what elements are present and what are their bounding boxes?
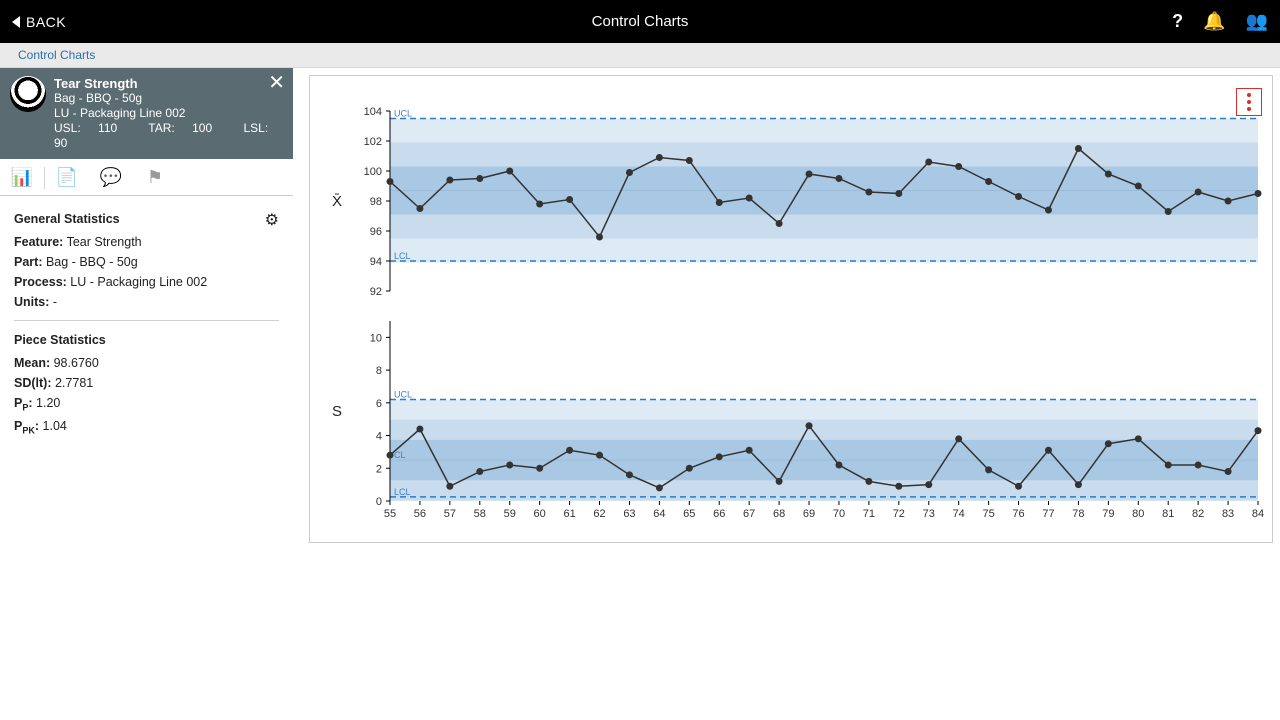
svg-text:77: 77 xyxy=(1042,508,1054,520)
svg-text:102: 102 xyxy=(364,136,382,148)
bell-icon[interactable]: 🔔 xyxy=(1203,11,1225,32)
svg-text:68: 68 xyxy=(773,508,785,520)
stat-sd: SD(lt): 2.7781 xyxy=(14,373,279,393)
svg-text:2: 2 xyxy=(376,463,382,475)
users-icon[interactable]: 👥 xyxy=(1246,11,1268,32)
gear-icon[interactable]: ⚙ xyxy=(265,210,279,230)
svg-text:S: S xyxy=(332,403,342,420)
svg-text:70: 70 xyxy=(833,508,845,520)
svg-text:66: 66 xyxy=(713,508,725,520)
stat-feature: Feature: Tear Strength xyxy=(14,232,279,252)
svg-text:81: 81 xyxy=(1162,508,1174,520)
svg-text:71: 71 xyxy=(863,508,875,520)
svg-text:61: 61 xyxy=(563,508,575,520)
svg-text:6: 6 xyxy=(376,398,382,410)
svg-text:59: 59 xyxy=(504,508,516,520)
stat-part: Part: Bag - BBQ - 50g xyxy=(14,252,279,272)
svg-text:84: 84 xyxy=(1252,508,1264,520)
svg-text:82: 82 xyxy=(1192,508,1204,520)
stat-process: Process: LU - Packaging Line 002 xyxy=(14,272,279,292)
svg-text:74: 74 xyxy=(953,508,965,520)
help-icon[interactable]: ? xyxy=(1172,11,1183,32)
svg-text:98: 98 xyxy=(370,196,382,208)
svg-text:79: 79 xyxy=(1102,508,1114,520)
tab-flag-icon[interactable]: ⚑ xyxy=(133,159,177,195)
piece-stats-header: Piece Statistics xyxy=(14,329,279,353)
tab-comment-icon[interactable]: 💬 xyxy=(89,159,133,195)
svg-text:8: 8 xyxy=(376,365,382,377)
breadcrumb[interactable]: Control Charts xyxy=(0,43,1280,68)
svg-text:65: 65 xyxy=(683,508,695,520)
svg-text:UCL: UCL xyxy=(394,109,412,119)
chart-card: UCLLCL92949698100102104X̄UCLLCLCL0246810… xyxy=(309,75,1273,543)
svg-text:62: 62 xyxy=(593,508,605,520)
svg-text:100: 100 xyxy=(364,166,382,178)
tab-stats-icon[interactable]: 📊 xyxy=(0,156,44,195)
svg-text:57: 57 xyxy=(444,508,456,520)
general-stats-header: General Statistics xyxy=(14,208,120,232)
spec-limits: USL: 110 TAR: 100 LSL: 90 xyxy=(54,121,283,151)
svg-text:0: 0 xyxy=(376,496,382,508)
svg-text:104: 104 xyxy=(364,106,382,118)
stat-pp: PP: 1.20 xyxy=(14,393,279,416)
stat-mean: Mean: 98.6760 xyxy=(14,353,279,373)
svg-text:56: 56 xyxy=(414,508,426,520)
svg-text:CL: CL xyxy=(394,450,406,460)
svg-text:67: 67 xyxy=(743,508,755,520)
characteristic-process: LU - Packaging Line 002 xyxy=(54,106,283,121)
tab-note-icon[interactable]: 📄 xyxy=(45,159,89,195)
svg-text:X̄: X̄ xyxy=(332,193,342,210)
svg-text:LCL: LCL xyxy=(394,487,411,497)
characteristic-title: Tear Strength xyxy=(54,76,283,91)
characteristic-card: Tear Strength Bag - BBQ - 50g LU - Packa… xyxy=(0,68,293,159)
svg-text:76: 76 xyxy=(1012,508,1024,520)
kebab-menu-icon[interactable] xyxy=(1236,88,1262,116)
svg-text:80: 80 xyxy=(1132,508,1144,520)
back-button[interactable]: BACK xyxy=(0,14,66,30)
svg-text:78: 78 xyxy=(1072,508,1084,520)
svg-text:63: 63 xyxy=(623,508,635,520)
svg-text:58: 58 xyxy=(474,508,486,520)
svg-text:UCL: UCL xyxy=(394,390,412,400)
control-charts-svg: UCLLCL92949698100102104X̄UCLLCLCL0246810… xyxy=(310,76,1268,542)
characteristic-icon xyxy=(10,76,46,112)
svg-text:64: 64 xyxy=(653,508,665,520)
svg-text:75: 75 xyxy=(982,508,994,520)
close-icon[interactable]: ✕ xyxy=(268,74,285,92)
svg-text:LCL: LCL xyxy=(394,251,411,261)
svg-text:73: 73 xyxy=(923,508,935,520)
back-label: BACK xyxy=(26,14,66,30)
svg-text:96: 96 xyxy=(370,226,382,238)
svg-text:72: 72 xyxy=(893,508,905,520)
chevron-left-icon xyxy=(12,16,20,28)
characteristic-part: Bag - BBQ - 50g xyxy=(54,91,283,106)
svg-text:94: 94 xyxy=(370,256,382,268)
stat-ppk: PPK: 1.04 xyxy=(14,416,279,439)
svg-text:4: 4 xyxy=(376,431,382,443)
svg-text:60: 60 xyxy=(534,508,546,520)
page-title: Control Charts xyxy=(0,13,1280,30)
svg-text:55: 55 xyxy=(384,508,396,520)
svg-text:69: 69 xyxy=(803,508,815,520)
stat-units: Units: - xyxy=(14,292,279,312)
svg-text:92: 92 xyxy=(370,286,382,298)
svg-text:10: 10 xyxy=(370,332,382,344)
svg-text:83: 83 xyxy=(1222,508,1234,520)
